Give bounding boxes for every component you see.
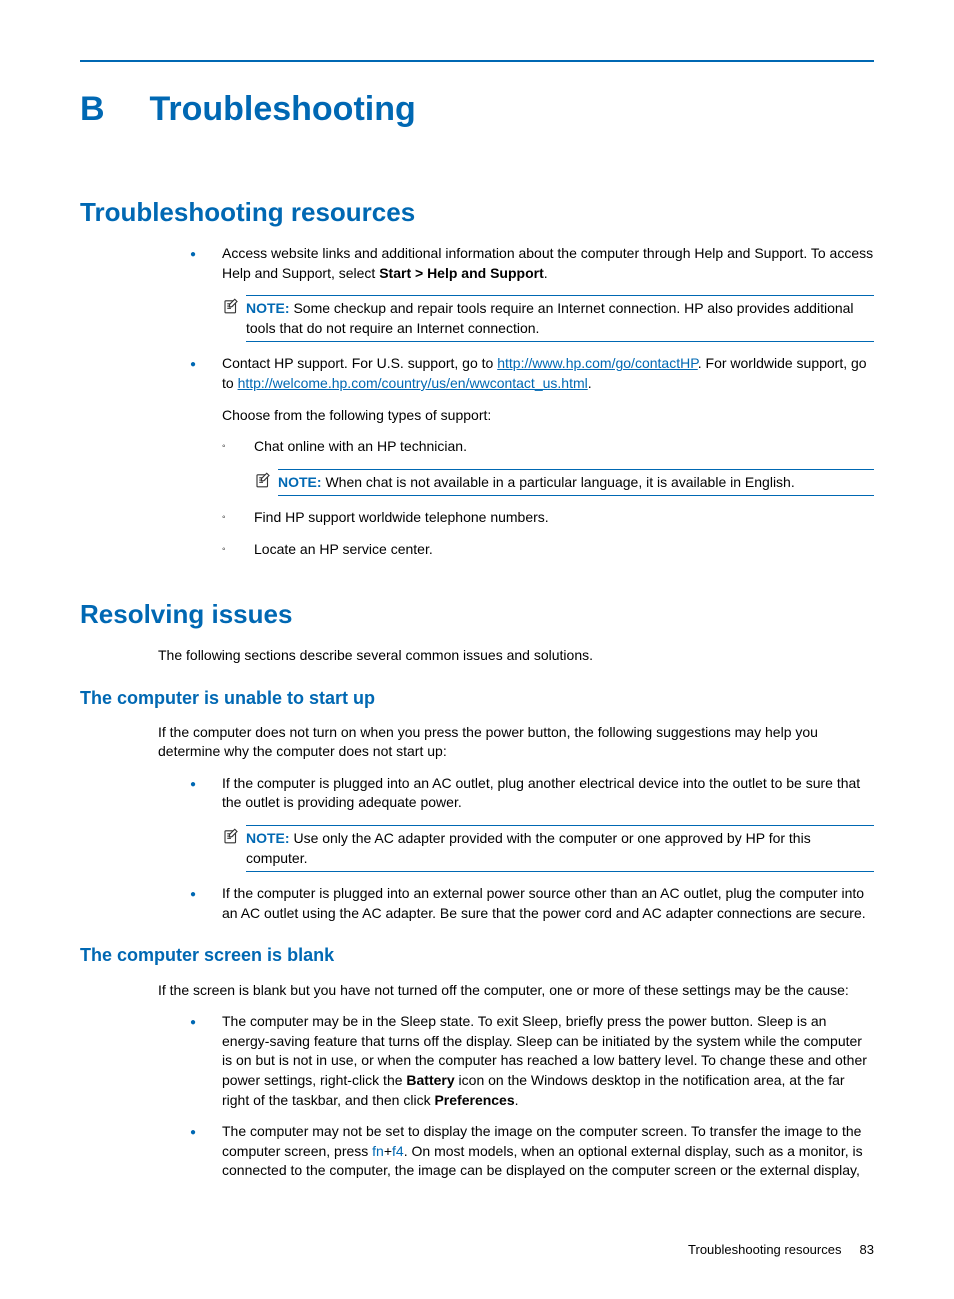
note-body: NOTE: Some checkup and repair tools requ… xyxy=(246,295,874,342)
bullet-item: ● Access website links and additional in… xyxy=(190,244,874,283)
heading-unable-start: The computer is unable to start up xyxy=(80,686,874,711)
note-block: NOTE: Use only the AC adapter provided w… xyxy=(222,825,874,872)
bullet-icon: ● xyxy=(190,244,222,283)
key-f4: f4 xyxy=(392,1143,404,1159)
bullet-icon: ● xyxy=(190,1122,222,1181)
sub-bullet-text: Find HP support worldwide telephone numb… xyxy=(254,508,549,528)
note-block: NOTE: Some checkup and repair tools requ… xyxy=(222,295,874,342)
link-wwcontact[interactable]: http://welcome.hp.com/country/us/en/wwco… xyxy=(238,375,588,391)
blank-intro: If the screen is blank but you have not … xyxy=(158,981,874,1001)
note-body: NOTE: Use only the AC adapter provided w… xyxy=(246,825,874,872)
bullet-icon: ● xyxy=(190,1012,222,1110)
bullet-text: Access website links and additional info… xyxy=(222,244,874,283)
link-contact-hp[interactable]: http://www.hp.com/go/contactHP xyxy=(497,355,698,371)
heading-resources: Troubleshooting resources xyxy=(80,194,874,230)
bullet-item: ● The computer may be in the Sleep state… xyxy=(190,1012,874,1110)
bullet-text: The computer may not be set to display t… xyxy=(222,1122,874,1181)
bullet-text: If the computer is plugged into an AC ou… xyxy=(222,774,874,813)
bullet-icon: ● xyxy=(190,354,222,571)
note-icon xyxy=(222,825,242,851)
note-icon xyxy=(254,469,274,495)
note-block: NOTE: When chat is not available in a pa… xyxy=(254,469,874,497)
sub-bullet-item: ◦ Chat online with an HP technician. xyxy=(222,437,874,457)
sub-bullet-icon: ◦ xyxy=(222,437,254,457)
note-icon xyxy=(222,295,242,321)
bullet-text: Contact HP support. For U.S. support, go… xyxy=(222,354,874,571)
resolving-intro: The following sections describe several … xyxy=(158,646,874,666)
footer-section: Troubleshooting resources xyxy=(688,1242,841,1257)
sub-bullet-icon: ◦ xyxy=(222,508,254,528)
page-footer: Troubleshooting resources 83 xyxy=(80,1241,874,1259)
bullet-icon: ● xyxy=(190,884,222,923)
bullet-icon: ● xyxy=(190,774,222,813)
sub-bullet-icon: ◦ xyxy=(222,540,254,560)
bullet-text: The computer may be in the Sleep state. … xyxy=(222,1012,874,1110)
chapter-name: Troubleshooting xyxy=(149,90,415,128)
chapter-letter: B xyxy=(80,86,140,134)
sub-bullet-text: Chat online with an HP technician. xyxy=(254,437,467,457)
sub-bullet-item: ◦ Find HP support worldwide telephone nu… xyxy=(222,508,874,528)
sub-bullet-item: ◦ Locate an HP service center. xyxy=(222,540,874,560)
bullet-item: ● The computer may not be set to display… xyxy=(190,1122,874,1181)
footer-page: 83 xyxy=(860,1242,874,1257)
key-fn: fn xyxy=(372,1143,384,1159)
bullet-item: ● Contact HP support. For U.S. support, … xyxy=(190,354,874,571)
sub-bullet-text: Locate an HP service center. xyxy=(254,540,433,560)
top-rule xyxy=(80,60,874,62)
note-body: NOTE: When chat is not available in a pa… xyxy=(278,469,874,497)
heading-resolving: Resolving issues xyxy=(80,596,874,632)
bullet-item: ● If the computer is plugged into an AC … xyxy=(190,774,874,813)
choose-text: Choose from the following types of suppo… xyxy=(222,406,874,426)
bullet-item: ● If the computer is plugged into an ext… xyxy=(190,884,874,923)
unable-intro: If the computer does not turn on when yo… xyxy=(158,723,874,762)
chapter-title: B Troubleshooting xyxy=(80,86,874,134)
heading-screen-blank: The computer screen is blank xyxy=(80,943,874,968)
bullet-text: If the computer is plugged into an exter… xyxy=(222,884,874,923)
